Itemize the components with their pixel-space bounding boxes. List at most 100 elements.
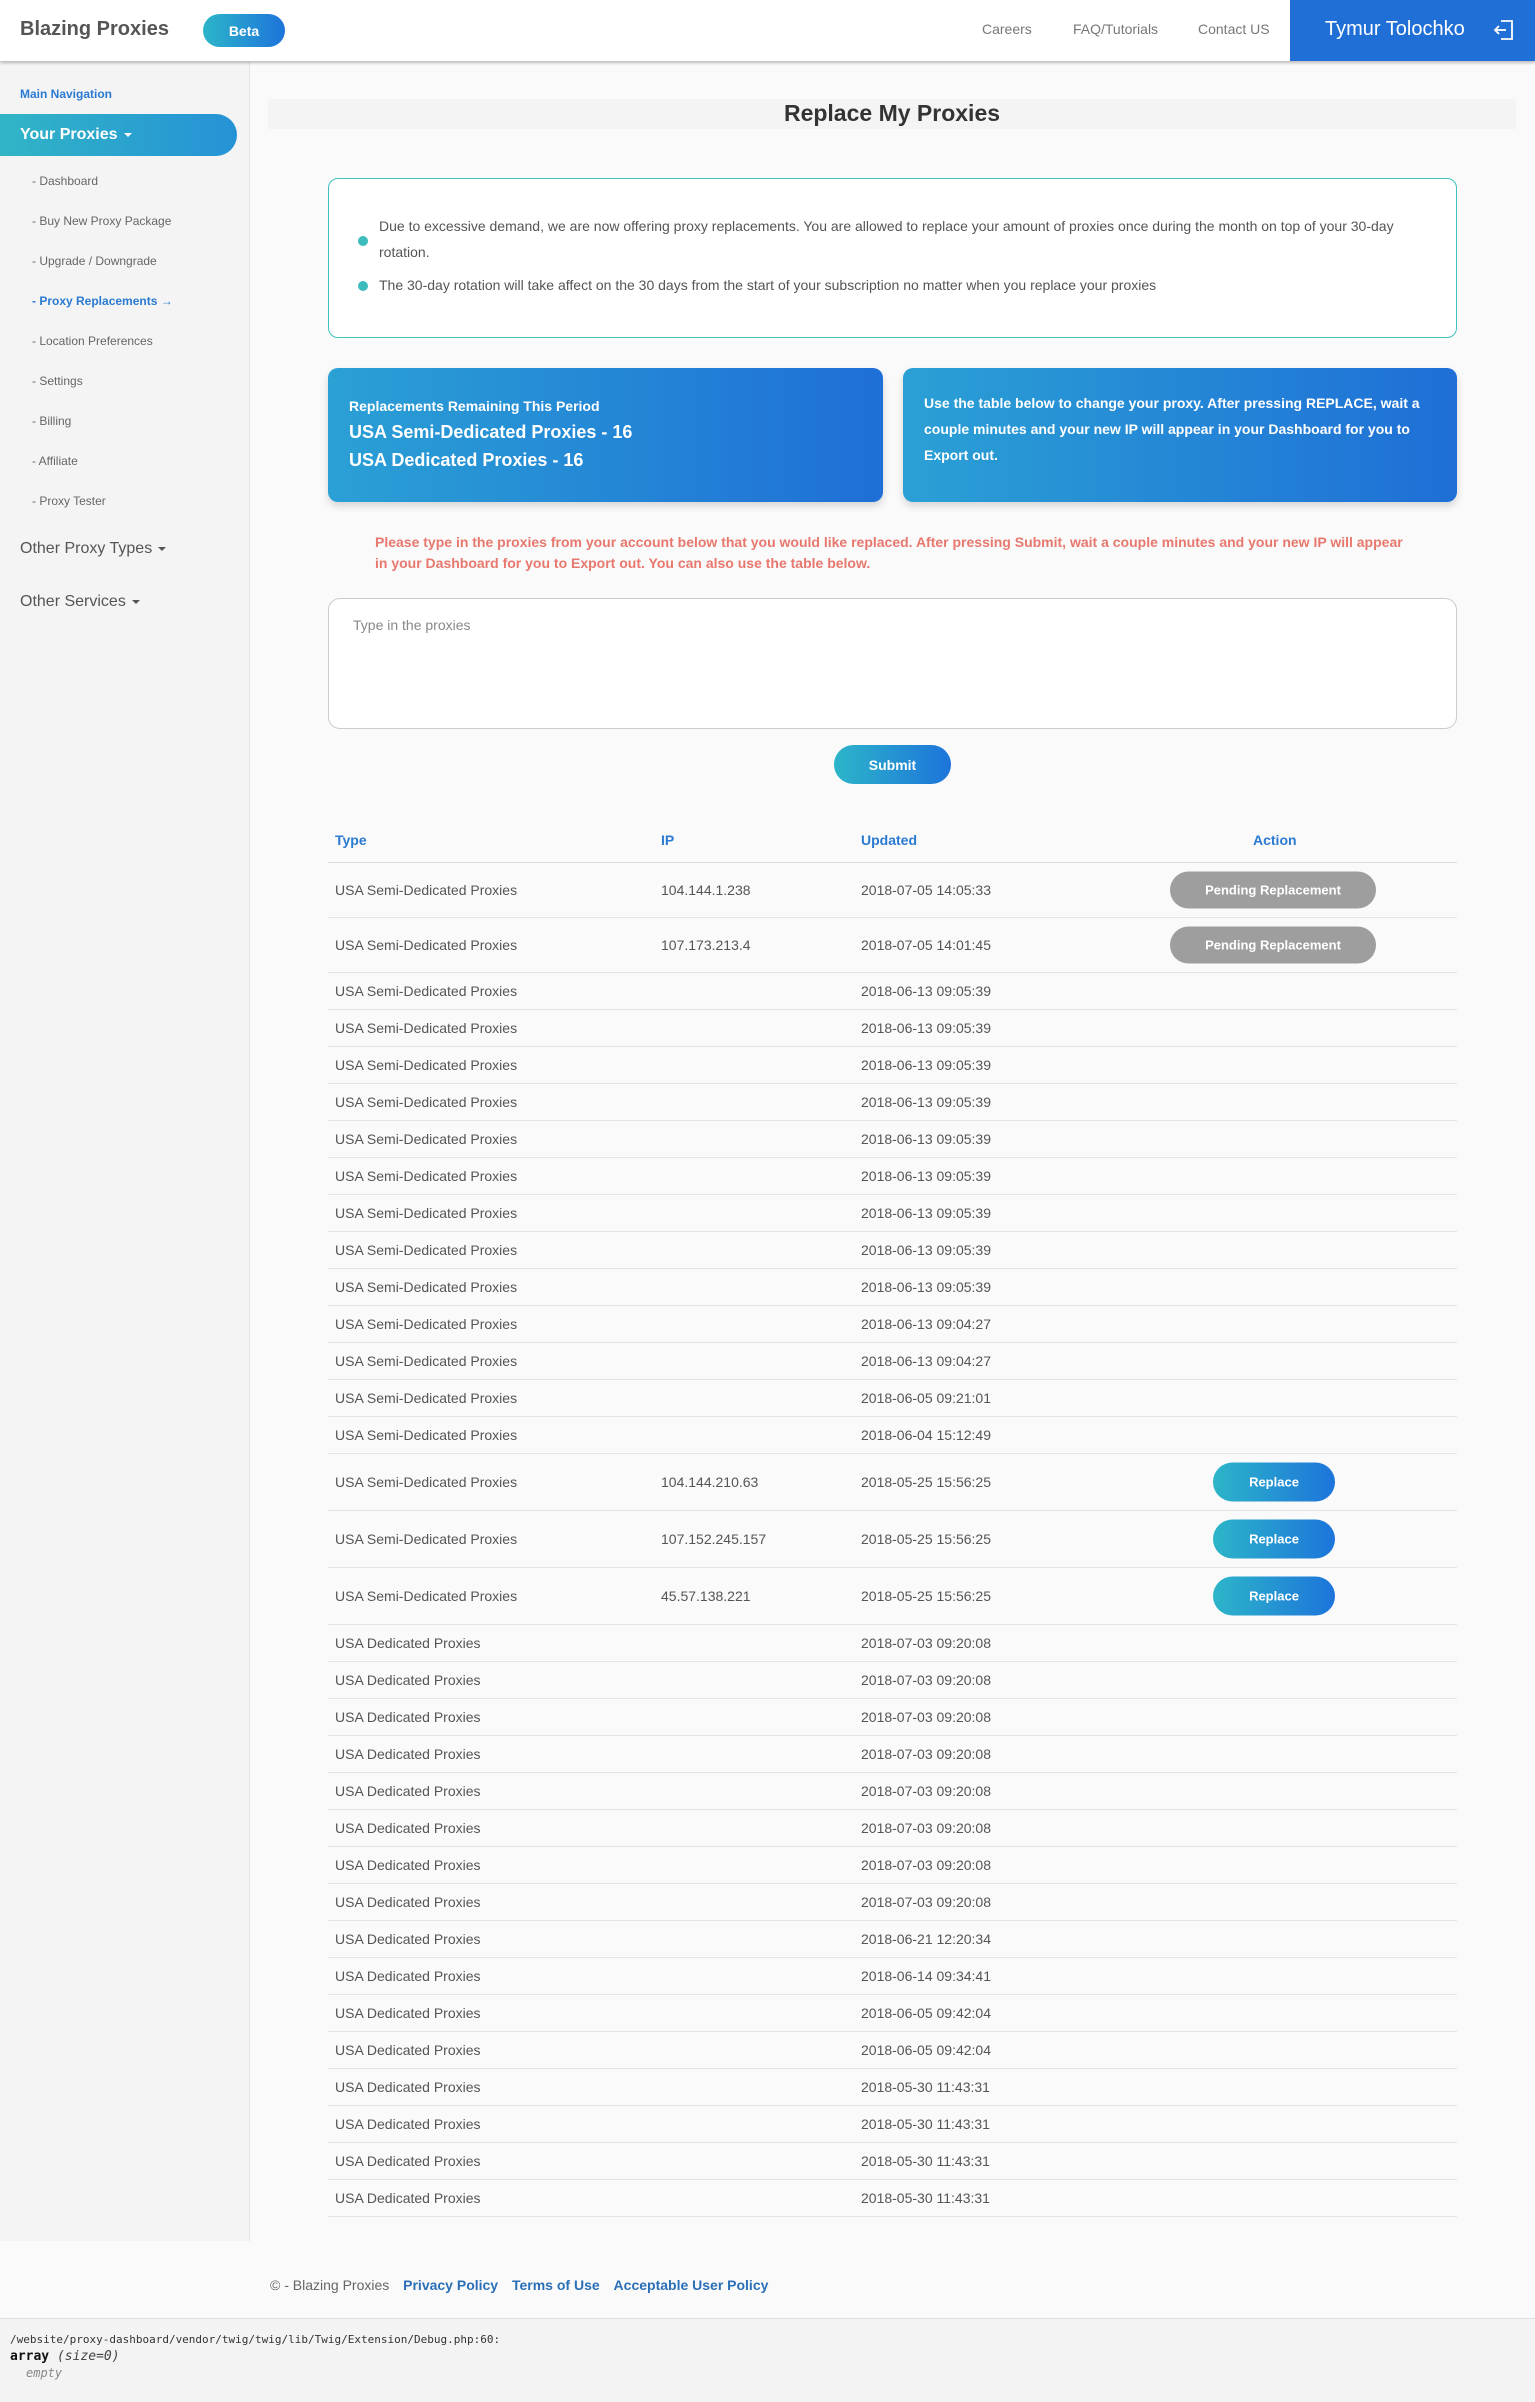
- table-row: USA Dedicated Proxies 2018-05-30 11:43:31: [328, 2143, 1457, 2180]
- careers-link[interactable]: Careers: [982, 21, 1032, 37]
- table-row: USA Dedicated Proxies 2018-07-03 09:20:08: [328, 1699, 1457, 1736]
- user-name: Tymur Tolochko: [1325, 18, 1465, 40]
- footer: © - Blazing Proxies Privacy Policy Terms…: [270, 2277, 768, 2293]
- proxies-input[interactable]: [328, 598, 1457, 729]
- cell-updated: 2018-07-03 09:20:08: [861, 1820, 991, 1836]
- table-row: USA Dedicated Proxies 2018-07-03 09:20:08: [328, 1847, 1457, 1884]
- column-header-updated: Updated: [861, 832, 917, 848]
- cell-updated: 2018-05-30 11:43:31: [861, 2190, 990, 2206]
- debug-path: /website/proxy-dashboard/vendor/twig/twi…: [10, 2333, 501, 2346]
- cell-type: USA Semi-Dedicated Proxies: [335, 1474, 518, 1490]
- debug-size: (size=0): [56, 2349, 120, 2364]
- cell-ip: 107.152.245.157: [661, 1531, 767, 1547]
- table-row: USA Dedicated Proxies 2018-05-30 11:43:31: [328, 2180, 1457, 2217]
- cell-type: USA Dedicated Proxies: [335, 1709, 481, 1725]
- cell-type: USA Semi-Dedicated Proxies: [335, 1205, 518, 1221]
- cell-updated: 2018-06-13 09:05:39: [861, 1279, 991, 1295]
- table-row: USA Dedicated Proxies 2018-07-03 09:20:08: [328, 1884, 1457, 1921]
- brand-logo[interactable]: Blazing Proxies: [20, 18, 169, 41]
- sidebar-item-affiliate[interactable]: - Affiliate: [32, 454, 78, 468]
- table-row: USA Dedicated Proxies 2018-07-03 09:20:08: [328, 1662, 1457, 1699]
- cell-type: USA Semi-Dedicated Proxies: [335, 1531, 518, 1547]
- sidebar-item-settings[interactable]: - Settings: [32, 374, 83, 388]
- sidebar-item-proxy-tester[interactable]: - Proxy Tester: [32, 494, 106, 508]
- cell-updated: 2018-06-13 09:05:39: [861, 1168, 991, 1184]
- sidebar-item-location-preferences[interactable]: - Location Preferences: [32, 334, 153, 348]
- cell-type: USA Dedicated Proxies: [335, 2153, 481, 2169]
- terms-of-use-link[interactable]: Terms of Use: [512, 2277, 600, 2293]
- sidebar-item-other-proxy-types[interactable]: Other Proxy Types: [20, 540, 167, 558]
- caret-down-icon: [123, 132, 132, 137]
- cell-type: USA Semi-Dedicated Proxies: [335, 1279, 518, 1295]
- user-menu[interactable]: Tymur Tolochko: [1290, 0, 1535, 61]
- privacy-policy-link[interactable]: Privacy Policy: [403, 2277, 498, 2293]
- cell-type: USA Semi-Dedicated Proxies: [335, 1094, 518, 1110]
- debug-array: array: [10, 2349, 50, 2364]
- remaining-semi-dedicated: USA Semi-Dedicated Proxies - 16: [349, 422, 633, 442]
- sidebar-item-other-services[interactable]: Other Services: [20, 593, 140, 611]
- cell-updated: 2018-07-03 09:20:08: [861, 1672, 991, 1688]
- sidebar-item-billing[interactable]: - Billing: [32, 414, 71, 428]
- copyright: © - Blazing Proxies: [270, 2277, 390, 2293]
- debug-output: /website/proxy-dashboard/vendor/twig/twi…: [0, 2318, 1535, 2402]
- contact-us-link[interactable]: Contact US: [1198, 21, 1270, 37]
- table-row: USA Dedicated Proxies 2018-06-05 09:42:04: [328, 1995, 1457, 2032]
- replace-button[interactable]: Replace: [1213, 1576, 1335, 1616]
- replace-button[interactable]: Replace: [1213, 1519, 1335, 1559]
- column-header-ip: IP: [661, 832, 675, 848]
- cell-type: USA Dedicated Proxies: [335, 1746, 481, 1762]
- cell-type: USA Dedicated Proxies: [335, 1783, 481, 1799]
- cell-updated: 2018-06-21 12:20:34: [861, 1931, 991, 1947]
- faq-tutorials-link[interactable]: FAQ/Tutorials: [1073, 21, 1158, 37]
- table-row: USA Semi-Dedicated Proxies 45.57.138.221 2…: [328, 1568, 1457, 1625]
- cell-updated: 2018-07-03 09:20:08: [861, 1894, 991, 1910]
- cell-updated: 2018-07-03 09:20:08: [861, 1746, 991, 1762]
- pending-replacement-button[interactable]: Pending Replacement: [1170, 926, 1376, 964]
- sidebar-item-label: Other Services: [20, 593, 126, 610]
- table-row: USA Semi-Dedicated Proxies 107.152.245.15…: [328, 1511, 1457, 1568]
- column-header-type: Type: [335, 832, 367, 848]
- cell-updated: 2018-05-30 11:43:31: [861, 2116, 990, 2132]
- pending-replacement-button[interactable]: Pending Replacement: [1170, 871, 1376, 909]
- bullet-icon: [358, 236, 368, 246]
- sidebar-item-buy-new-proxy-package[interactable]: - Buy New Proxy Package: [32, 214, 171, 228]
- cell-updated: 2018-07-05 14:05:33: [861, 882, 991, 898]
- column-header-action: Action: [1253, 832, 1297, 848]
- sidebar-item-your-proxies[interactable]: Your Proxies: [0, 114, 237, 156]
- sidebar-item-dashboard[interactable]: - Dashboard: [32, 174, 98, 188]
- sidebar-item-proxy-replacements[interactable]: - Proxy Replacements →: [32, 294, 173, 308]
- info-notice: Due to excessive demand, we are now offe…: [328, 178, 1457, 338]
- bullet-icon: [358, 281, 368, 291]
- acceptable-user-policy-link[interactable]: Acceptable User Policy: [614, 2277, 769, 2293]
- submit-button[interactable]: Submit: [834, 745, 951, 784]
- notice-text: The 30-day rotation will take affect on …: [379, 277, 1157, 293]
- remaining-dedicated: USA Dedicated Proxies - 16: [349, 450, 584, 470]
- cell-updated: 2018-05-30 11:43:31: [861, 2079, 990, 2095]
- table-row: USA Semi-Dedicated Proxies 2018-06-13 09:…: [328, 1047, 1457, 1084]
- cell-ip: 104.144.1.238: [661, 882, 751, 898]
- cell-type: USA Semi-Dedicated Proxies: [335, 1131, 518, 1147]
- cell-updated: 2018-06-05 09:42:04: [861, 2005, 991, 2021]
- sidebar-item-upgrade-downgrade[interactable]: - Upgrade / Downgrade: [32, 254, 157, 268]
- table-row: USA Dedicated Proxies 2018-07-03 09:20:08: [328, 1736, 1457, 1773]
- table-row: USA Semi-Dedicated Proxies 2018-06-13 09:…: [328, 973, 1457, 1010]
- cell-type: USA Semi-Dedicated Proxies: [335, 1057, 518, 1073]
- page-title: Replace My Proxies: [783, 100, 1001, 126]
- cell-type: USA Semi-Dedicated Proxies: [335, 1316, 518, 1332]
- cell-updated: 2018-06-05 09:21:01: [861, 1390, 991, 1406]
- cell-type: USA Dedicated Proxies: [335, 1635, 481, 1651]
- replace-button[interactable]: Replace: [1213, 1462, 1335, 1502]
- table-help-text: Use the table below to change your proxy…: [924, 395, 1420, 463]
- cell-type: USA Dedicated Proxies: [335, 1672, 481, 1688]
- logout-icon[interactable]: [1492, 18, 1516, 42]
- cell-updated: 2018-07-03 09:20:08: [861, 1783, 991, 1799]
- table-row: USA Semi-Dedicated Proxies 2018-06-13 09:…: [328, 1084, 1457, 1121]
- table-row: USA Dedicated Proxies 2018-07-03 09:20:08: [328, 1625, 1457, 1662]
- cell-updated: 2018-07-05 14:01:45: [861, 937, 991, 953]
- warning-text: Please type in the proxies from your acc…: [375, 534, 1403, 571]
- cell-updated: 2018-06-13 09:05:39: [861, 1057, 991, 1073]
- table-row: USA Dedicated Proxies 2018-07-03 09:20:08: [328, 1773, 1457, 1810]
- sidebar-item-label: Your Proxies: [20, 126, 118, 143]
- caret-down-icon: [131, 599, 140, 604]
- cell-type: USA Dedicated Proxies: [335, 1857, 481, 1873]
